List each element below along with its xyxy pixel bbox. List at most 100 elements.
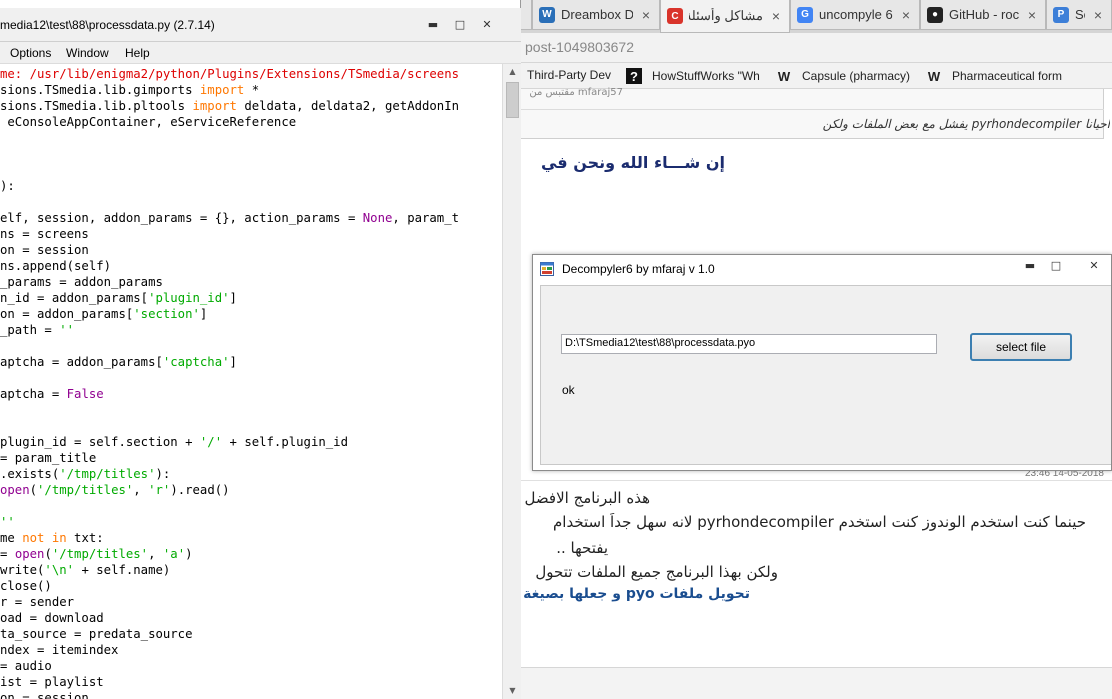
- dreambox-icon: W: [539, 6, 555, 23]
- code-token: import: [199, 83, 245, 97]
- code-line: on = session: [0, 690, 89, 699]
- tab-close-icon[interactable]: ×: [1025, 7, 1039, 23]
- code-token: elf, session, addon_params = {}, action_…: [0, 211, 363, 225]
- maximize-icon[interactable]: □: [447, 16, 473, 32]
- idle-titlebar[interactable]: media12\test\88\processdata.py (2.7.14) …: [0, 8, 521, 42]
- scroll-up-icon[interactable]: ▲: [507, 67, 518, 76]
- code-line: sions.TSmedia.lib.pltools import deldata…: [0, 98, 459, 114]
- code-line: on = addon_params['section']: [0, 306, 207, 322]
- post-line: يفتحها ..: [556, 539, 608, 557]
- code-line: = audio: [0, 658, 52, 674]
- code-token: me: [0, 531, 23, 545]
- code-line: on = session: [0, 242, 89, 258]
- code-line: oad = download: [0, 610, 104, 626]
- scrollbar-thumb[interactable]: [506, 82, 519, 118]
- select-file-button[interactable]: select file: [970, 333, 1072, 361]
- browser-tab[interactable]: P Setting ×: [1046, 0, 1112, 30]
- code-token: = audio: [0, 659, 52, 673]
- code-token: import: [192, 99, 237, 113]
- minimize-icon[interactable]: ▬: [1017, 257, 1043, 273]
- code-token: ):: [155, 467, 171, 481]
- question-icon: ?: [626, 68, 642, 84]
- editor-scrollbar[interactable]: ▲ ▼: [502, 64, 521, 699]
- code-token: n_id = addon_params[: [0, 291, 149, 305]
- menu-help[interactable]: Help: [125, 46, 150, 60]
- code-line: ndex = itemindex: [0, 642, 118, 658]
- url-text[interactable]: post-1049803672: [525, 39, 634, 55]
- idle-menubar: Options Window Help: [0, 42, 521, 64]
- settings-icon: P: [1053, 6, 1069, 23]
- code-token: ns.append(self): [0, 259, 112, 273]
- code-line: ):: [0, 178, 15, 194]
- code-token: 'a': [162, 547, 186, 561]
- code-line: _params = addon_params: [0, 274, 163, 290]
- file-path-field[interactable]: D:\TSmedia12\test\88\processdata.pyo: [561, 334, 937, 354]
- code-token: open: [0, 483, 30, 497]
- code-token: 'r': [148, 483, 171, 497]
- code-line: open('/tmp/titles', 'r').read(): [0, 482, 230, 498]
- minimize-icon[interactable]: ▬: [420, 16, 446, 32]
- menu-window[interactable]: Window: [66, 46, 109, 60]
- code-token: eConsoleAppContainer, eServiceReference: [0, 115, 297, 129]
- code-token: ist = playlist: [0, 675, 104, 689]
- bookmark-item[interactable]: ? HowStuffWorks "Wh: [626, 68, 760, 84]
- code-token: None: [362, 211, 393, 225]
- menu-options[interactable]: Options: [10, 46, 51, 60]
- code-token: *: [244, 83, 260, 97]
- code-token: ):: [0, 179, 15, 193]
- dialog-titlebar[interactable]: Decompyler6 by mfaraj v 1.0 ▬ □ ✕: [533, 255, 1111, 283]
- quote-header: مقتبس من mfaraj57: [529, 87, 623, 98]
- post-line: هذه البرنامج الافضل: [524, 489, 650, 507]
- idle-window-title: media12\test\88\processdata.py (2.7.14): [0, 18, 215, 32]
- code-token: .exists(: [0, 467, 60, 481]
- code-token: '\n': [44, 563, 75, 577]
- code-line: eConsoleAppContainer, eServiceReference: [0, 114, 296, 130]
- code-line: plugin_id = self.section + '/' + self.pl…: [0, 434, 348, 450]
- browser-tab[interactable]: Guncompyle 6 ×: [790, 0, 920, 30]
- idle-editor-window: media12\test\88\processdata.py (2.7.14) …: [0, 0, 521, 699]
- code-token: '/': [199, 435, 223, 449]
- code-token: oad = download: [0, 611, 104, 625]
- close-icon[interactable]: ✕: [474, 16, 500, 32]
- code-editor[interactable]: me: /usr/lib/enigma2/python/Plugins/Exte…: [0, 66, 502, 699]
- code-token: ,: [148, 547, 163, 561]
- tab-close-icon[interactable]: ×: [1091, 7, 1105, 23]
- code-token: ,: [133, 483, 149, 497]
- code-line: write('\n' + self.name): [0, 562, 170, 578]
- maximize-icon[interactable]: □: [1043, 257, 1069, 273]
- code-token: =: [0, 547, 15, 561]
- code-line: elf, session, addon_params = {}, action_…: [0, 210, 459, 226]
- code-token: '/tmp/titles': [59, 467, 156, 481]
- tab-close-icon[interactable]: ×: [769, 8, 783, 24]
- status-label: ok: [562, 383, 575, 397]
- bookmark-item[interactable]: W Capsule (pharmacy): [776, 68, 910, 84]
- code-token: '/tmp/titles': [51, 547, 149, 561]
- code-token: + self.plugin_id: [222, 435, 348, 449]
- code-line: '': [0, 514, 15, 530]
- close-icon[interactable]: ✕: [1081, 257, 1107, 273]
- decompyler-dialog: Decompyler6 by mfaraj v 1.0 ▬ □ ✕ D:\TSm…: [532, 254, 1112, 471]
- browser-tab-label: uncompyle 6: [819, 7, 893, 22]
- post-line: ولكن بهذا البرنامج جميع الملفات تتحول: [535, 563, 778, 581]
- tab-close-icon[interactable]: ×: [899, 7, 913, 23]
- browser-tab-label: Dreambox DM: [561, 7, 633, 22]
- bookmark-item[interactable]: Third-Party Dev: [527, 68, 611, 82]
- bookmark-label: Pharmaceutical form: [952, 69, 1063, 83]
- tab-close-icon[interactable]: ×: [639, 7, 653, 23]
- browser-tab[interactable]: ● GitHub - rock ×: [920, 0, 1046, 30]
- code-token: ): [185, 547, 193, 561]
- browser-tab[interactable]: C مشاكل وأسئلة برم ×: [660, 0, 790, 33]
- wikipedia-icon: W: [927, 68, 941, 84]
- code-line: close(): [0, 578, 52, 594]
- code-token: = param_title: [0, 451, 97, 465]
- code-token: write(: [0, 563, 45, 577]
- code-token: '': [0, 515, 15, 529]
- code-token: ]: [229, 291, 237, 305]
- scroll-down-icon[interactable]: ▼: [507, 686, 518, 695]
- code-token: txt:: [66, 531, 104, 545]
- code-token: sions.TSmedia.lib.pltools: [0, 99, 193, 113]
- post-link[interactable]: تحويل ملفات pyo و جعلها بصيغة py: [522, 586, 750, 602]
- bookmark-item[interactable]: W Pharmaceutical form: [926, 68, 1062, 84]
- browser-tab[interactable]: W Dreambox DM ×: [532, 0, 660, 30]
- code-line: ns.append(self): [0, 258, 111, 274]
